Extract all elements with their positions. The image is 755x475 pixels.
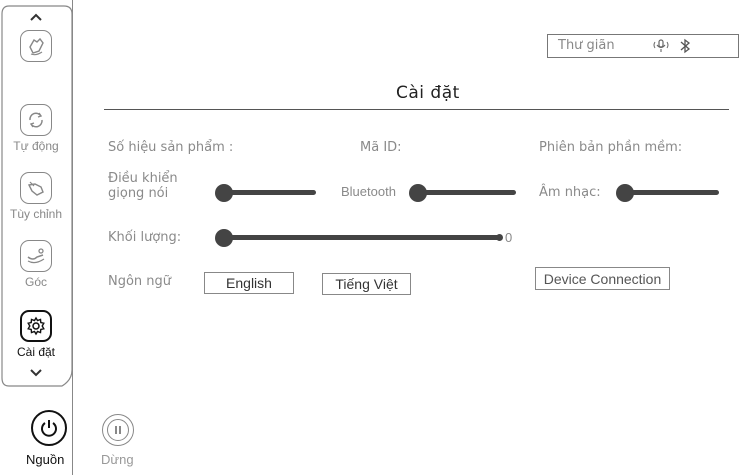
product-number-label: Số hiệu sản phẩm :: [108, 140, 234, 155]
id-label: Mã ID:: [360, 140, 402, 155]
device-connection-button[interactable]: Device Connection: [535, 267, 670, 290]
vietnamese-button[interactable]: Tiếng Việt: [322, 273, 411, 295]
pause-label: Dừng: [101, 452, 134, 467]
music-knob[interactable]: [616, 184, 634, 202]
auto-cycle-icon: [20, 104, 52, 136]
mode-status-box: Thư giãn: [547, 34, 739, 58]
language-label: Ngôn ngữ: [108, 274, 172, 289]
sidebar: Tự động Tùy chỉnh Góc Cài đặt Nguồn: [0, 0, 73, 475]
chevron-up-icon[interactable]: [29, 12, 43, 22]
volume-knob[interactable]: [215, 229, 233, 247]
power-button[interactable]: [31, 410, 67, 446]
sidebar-item-label: Tự động: [13, 139, 59, 153]
volume-track-end: [496, 234, 503, 241]
sidebar-item-label: Tùy chỉnh: [9, 207, 63, 221]
voice-control-track: [222, 190, 316, 195]
pause-icon: [107, 419, 129, 441]
bluetooth-label: Bluetooth: [341, 184, 396, 199]
music-track: [623, 190, 719, 195]
bluetooth-knob[interactable]: [409, 184, 427, 202]
bluetooth-icon: [680, 38, 691, 54]
volume-label: Khối lượng:: [108, 230, 182, 245]
recline-angle-icon: [20, 240, 52, 272]
voice-icon: [653, 39, 669, 52]
volume-track: [222, 235, 500, 240]
sidebar-item-settings[interactable]: Cài đặt: [0, 310, 72, 359]
hand-massage-icon: [20, 30, 52, 62]
sidebar-item-auto[interactable]: Tự động: [0, 104, 72, 153]
english-button[interactable]: English: [204, 272, 294, 294]
music-label: Âm nhạc:: [539, 185, 601, 200]
software-version-label: Phiên bản phần mềm:: [539, 140, 683, 155]
sidebar-item-angle[interactable]: Góc: [0, 240, 72, 289]
pause-button[interactable]: [102, 414, 134, 446]
title-divider: [104, 109, 729, 110]
gear-icon: [20, 310, 52, 342]
voice-control-knob[interactable]: [215, 184, 233, 202]
voice-control-label: Điều khiển giọng nói: [108, 171, 178, 201]
chevron-down-icon[interactable]: [29, 368, 43, 378]
volume-value: 0: [505, 230, 513, 245]
sidebar-item-label: Cài đặt: [16, 345, 56, 359]
page-title: Cài đặt: [396, 83, 460, 103]
sidebar-item-custom[interactable]: Tùy chỉnh: [0, 172, 72, 221]
sidebar-item-massage[interactable]: [0, 30, 72, 62]
mode-text: Thư giãn: [558, 38, 615, 53]
custom-hand-icon: [20, 172, 52, 204]
sidebar-item-label: Góc: [24, 275, 47, 289]
power-icon: [41, 420, 57, 437]
power-label: Nguồn: [26, 452, 65, 467]
bluetooth-track: [416, 190, 516, 195]
